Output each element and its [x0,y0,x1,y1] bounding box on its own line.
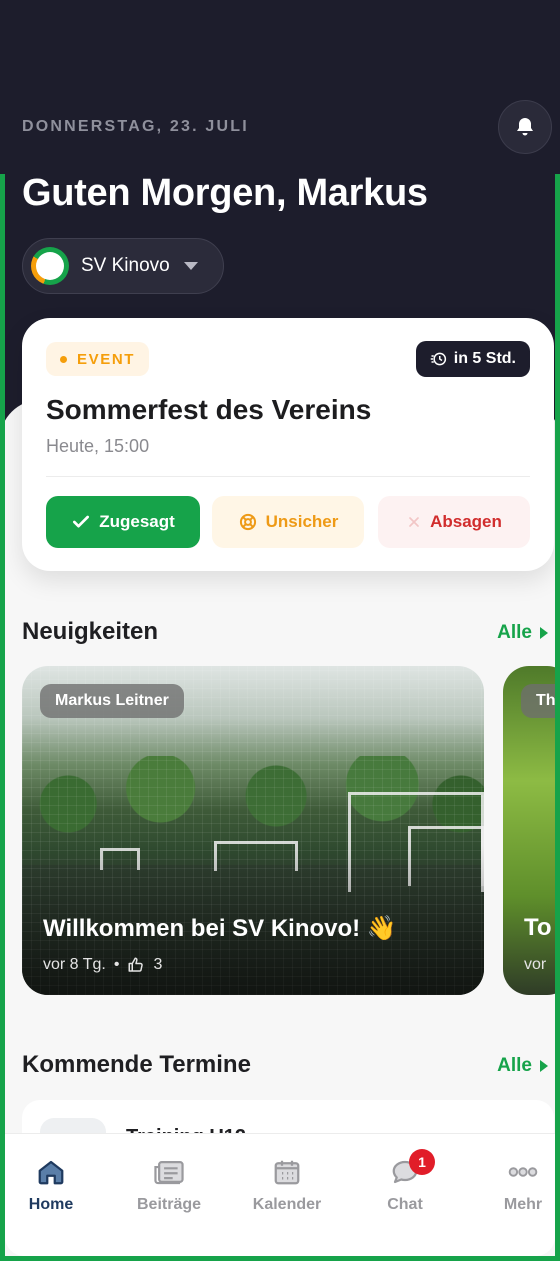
countdown-label: in 5 Std. [453,350,516,367]
chevron-right-icon [540,1060,548,1072]
event-type-label: EVENT [77,350,136,368]
calendar-icon [271,1156,303,1188]
unread-badge: 1 [409,1149,435,1175]
tab-label: Mehr [503,1196,543,1213]
clock-icon [430,352,446,366]
news-meta: vor [524,956,546,974]
next-event-card[interactable]: EVENT in 5 Std. Sommerfest des Vereins H… [22,318,554,571]
app-screen: DONNERSTAG, 23. JULI Guten Morgen, Marku… [0,0,560,1261]
news-card[interactable]: Th To vor [503,666,560,995]
tab-more[interactable]: Mehr [473,1156,560,1214]
accept-label: Zugesagt [99,512,175,531]
news-all-label: Alle [497,622,532,643]
close-icon [409,517,419,527]
countdown-chip: in 5 Std. [415,341,530,377]
tab-label: Home [28,1196,74,1213]
decline-label: Absagen [430,512,502,531]
home-indicator-area [5,1237,555,1256]
tab-chat[interactable]: 1 Chat [355,1149,455,1214]
news-title: To [524,914,552,941]
maybe-button[interactable]: Unsicher [212,496,364,548]
maybe-label: Unsicher [265,512,339,531]
event-time: Heute, 15:00 [46,436,150,456]
lifebuoy-icon [239,513,256,531]
upcoming-section-title: Kommende Termine [22,1051,251,1078]
news-age: vor 8 Tg. [43,956,106,973]
bottom-tab-bar: Home Beiträge Kalender 1 Chat Mehr [5,1133,555,1237]
news-meta: vor 8 Tg. • 3 [43,956,162,974]
divider [46,476,530,477]
more-icon [507,1156,539,1188]
upcoming-all-link[interactable]: Alle [497,1055,548,1077]
dot-icon [60,355,67,363]
tab-posts[interactable]: Beiträge [119,1156,219,1214]
club-logo [31,247,69,285]
greeting-heading: Guten Morgen, Markus [22,172,428,214]
news-all-link[interactable]: Alle [497,622,548,644]
news-section-title: Neuigkeiten [22,618,159,645]
club-switcher[interactable]: SV Kinovo [22,238,224,294]
posts-icon [153,1156,185,1188]
tab-calendar[interactable]: Kalender [237,1156,337,1214]
tab-home[interactable]: Home [1,1156,101,1214]
tab-label: Beiträge [136,1196,202,1213]
news-likes: 3 [153,956,163,973]
accept-button[interactable]: Zugesagt [46,496,200,548]
thumbs-up-icon [128,957,144,972]
chevron-right-icon [540,627,548,639]
home-icon [35,1156,67,1188]
author-chip: Markus Leitner [40,684,184,718]
event-type-badge: EVENT [46,342,150,376]
news-card[interactable]: Markus Leitner Willkommen bei SV Kinovo!… [22,666,484,995]
event-title: Sommerfest des Vereins [46,394,372,425]
current-date: DONNERSTAG, 23. JULI [22,118,249,135]
decline-button[interactable]: Absagen [378,496,530,548]
notifications-button[interactable] [498,100,552,154]
news-age: vor [524,956,547,973]
check-icon [73,515,90,528]
upcoming-all-label: Alle [497,1055,532,1076]
chat-icon: 1 [389,1149,435,1188]
bell-icon [517,118,533,136]
separator-dot: • [113,956,120,973]
author-chip: Th [521,684,560,718]
chevron-down-icon [183,262,198,270]
tab-label: Kalender [252,1196,322,1213]
club-name: SV Kinovo [81,255,170,276]
tab-label: Chat [387,1196,423,1213]
news-title: Willkommen bei SV Kinovo! 👋 [43,915,397,942]
